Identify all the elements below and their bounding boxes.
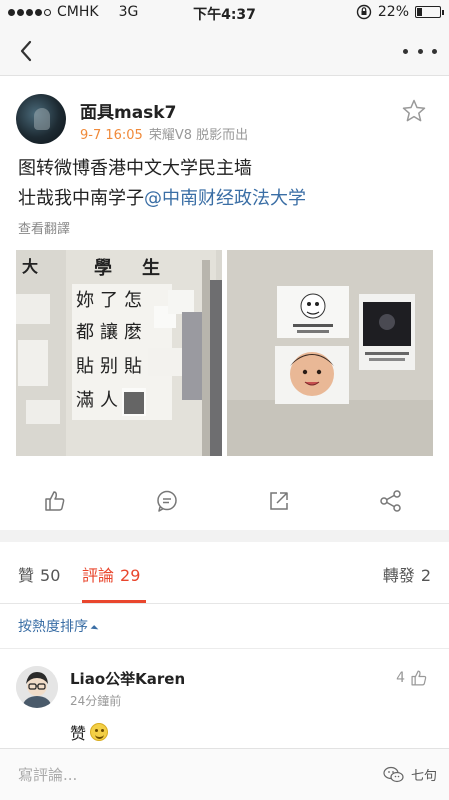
post-meta: 9-7 16:05 荣耀V8 脱影而出	[80, 124, 248, 143]
comment-avatar-art	[16, 666, 58, 708]
wall-photo-right	[227, 250, 433, 456]
wall-char-8: 貼	[124, 356, 142, 377]
star-icon[interactable]	[401, 98, 427, 124]
comment-item: Liao公举Karen 24分鐘前 赞 4	[0, 660, 449, 750]
comment-like-button[interactable]: 4	[396, 668, 429, 688]
post-photo-right[interactable]	[227, 250, 433, 456]
wall-char-4: 讓	[100, 322, 118, 343]
wall-char-10: 人	[100, 390, 118, 411]
wall-char-5: 麽	[124, 322, 142, 343]
comment-like-count: 4	[396, 670, 405, 686]
comment-icon[interactable]	[154, 488, 180, 514]
wall-char-2: 怎	[124, 290, 142, 311]
watermark: 七句	[383, 765, 437, 784]
comment-text-content: 赞	[70, 724, 87, 743]
caret-down-icon	[90, 625, 99, 633]
post-text: 图转微博香港中文大学民主墙 壮哉我中南学子@中南财经政法大学	[18, 154, 306, 214]
status-right: 22%	[356, 4, 444, 20]
tab-reposts-count: 2	[420, 566, 431, 585]
post-text-line2: 壮哉我中南学子@中南财经政法大学	[18, 184, 306, 214]
comment-avatar[interactable]	[16, 666, 58, 708]
thumbs-up-icon	[411, 670, 427, 686]
watermark-text: 七句	[410, 769, 437, 784]
wall-char-7: 别	[100, 356, 118, 377]
tab-likes-label: 贊	[18, 566, 35, 585]
tab-comments-count: 29	[120, 566, 141, 585]
post-username[interactable]: 面具mask7	[80, 98, 176, 123]
more-icon[interactable]	[403, 36, 437, 66]
tab-likes[interactable]: 贊 50	[18, 562, 60, 586]
status-bar: CMHK 3G 下午4:37 22%	[0, 0, 449, 26]
wall-char-3: 都	[76, 322, 94, 343]
sort-selector[interactable]: 按熱度排序	[18, 616, 99, 636]
comment-text: 赞	[70, 720, 109, 744]
rotation-lock-icon	[356, 4, 372, 20]
sort-label: 按熱度排序	[18, 619, 88, 635]
comment-time: 24分鐘前	[70, 694, 122, 708]
tab-comments[interactable]: 評論 29	[82, 562, 140, 586]
banner-char-2: 生	[142, 257, 160, 279]
post-header: 面具mask7 9-7 16:05 荣耀V8 脱影而出	[0, 88, 449, 148]
smile-emoji-icon	[90, 723, 109, 741]
section-divider	[0, 530, 449, 542]
post-actions	[0, 478, 449, 524]
wall-char-9: 滿	[76, 390, 94, 411]
wall-char-1: 了	[100, 290, 118, 311]
post-device: 荣耀V8 脱影而出	[148, 128, 249, 143]
feedback-tabs: 贊 50 評論 29 轉發 2	[0, 548, 449, 604]
chevron-left-icon[interactable]	[14, 36, 40, 66]
battery-icon	[415, 6, 444, 18]
wall-char-6: 貼	[76, 356, 94, 377]
comment-input[interactable]: 寫評論...	[18, 764, 77, 785]
share-icon[interactable]	[378, 488, 404, 514]
banner-char-1: 學	[94, 258, 112, 279]
tab-likes-count: 50	[40, 566, 61, 585]
tab-reposts[interactable]: 轉發 2	[383, 562, 431, 586]
post-photo-left[interactable]: 大 學 生 妳 了 怎 都 讓 麽 貼 别 貼 滿 人	[16, 250, 222, 456]
banner-char-0: 大	[22, 257, 38, 276]
active-tab-underline	[82, 600, 146, 603]
sort-divider	[0, 648, 449, 649]
nav-bar	[0, 26, 449, 76]
thumbs-up-icon[interactable]	[42, 488, 68, 514]
tab-comments-label: 評論	[82, 566, 115, 585]
wechat-icon	[383, 766, 404, 782]
translate-link[interactable]: 查看翻譯	[18, 218, 70, 237]
post-time: 9-7 16:05	[80, 128, 143, 143]
mention-link[interactable]: @中南财经政法大学	[144, 188, 306, 209]
comment-input-bar: 寫評論... 七句	[0, 748, 449, 800]
wall-photo-left: 大 學 生 妳 了 怎 都 讓 麽 貼 别 貼 滿 人	[16, 250, 222, 456]
post-text-line2-prefix: 壮哉我中南学子	[18, 188, 144, 209]
battery-percent: 22%	[377, 4, 409, 20]
wall-char-0: 妳	[76, 290, 94, 311]
tab-reposts-label: 轉發	[382, 566, 415, 585]
comment-username[interactable]: Liao公举Karen	[70, 668, 185, 689]
post-text-line1: 图转微博香港中文大学民主墙	[18, 158, 252, 179]
avatar[interactable]	[16, 94, 66, 144]
repost-icon[interactable]	[266, 488, 292, 514]
